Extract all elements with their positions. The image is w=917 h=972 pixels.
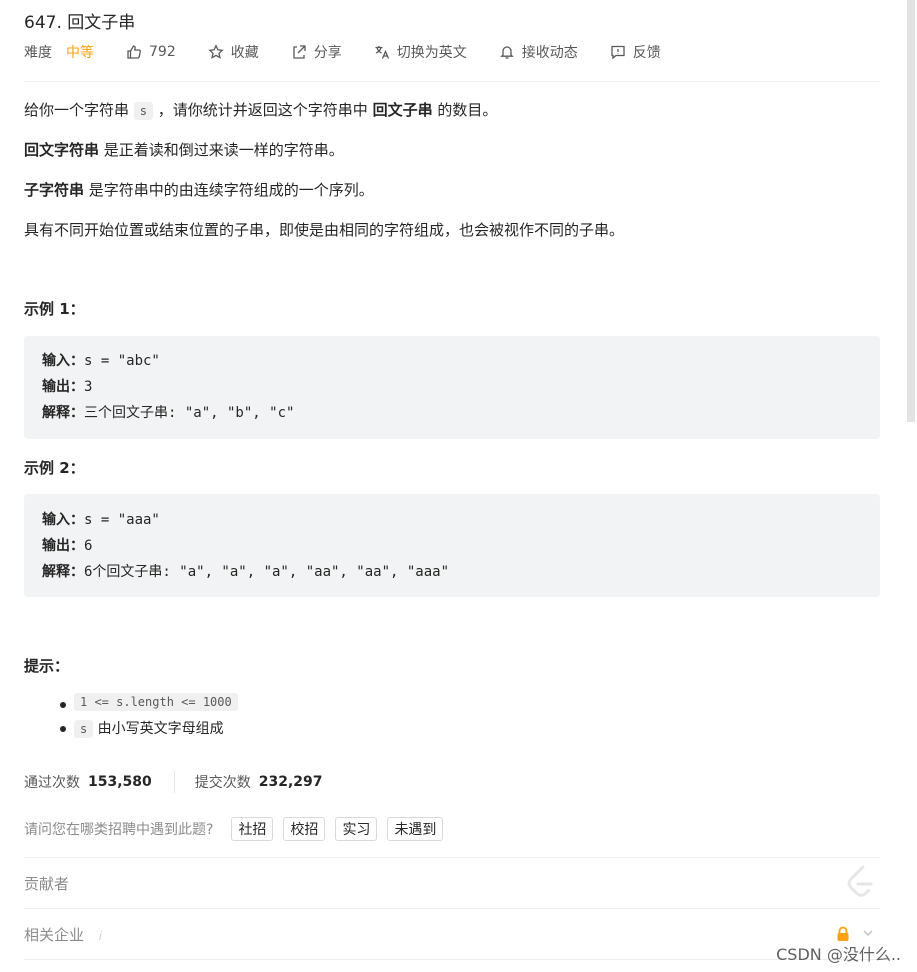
bold-term: 回文子串	[372, 101, 433, 119]
thumbs-up-icon	[127, 45, 141, 59]
favorite-button[interactable]: 收藏	[208, 42, 259, 62]
explanation-value: 三个回文子串: "a", "b", "c"	[84, 405, 295, 421]
share-icon	[293, 45, 306, 59]
constraint-item: s 由小写英文字母组成	[74, 718, 224, 738]
submitted-label: 提交次数	[194, 775, 251, 791]
bullet-icon	[60, 726, 66, 732]
explanation-label: 解释：	[42, 405, 84, 421]
example-output: 输出：6	[42, 535, 92, 555]
output-value: 3	[84, 379, 93, 395]
constraint-item: 1 <= s.length <= 1000	[74, 693, 238, 711]
share-label: 分享	[313, 45, 342, 61]
translate-button[interactable]: 切换为英文	[374, 42, 467, 62]
output-label: 输出：	[42, 379, 84, 395]
section-divider	[24, 959, 880, 960]
option-social-recruit[interactable]: 社招	[231, 817, 274, 841]
input-label: 输入：	[42, 353, 84, 369]
bullet-icon	[60, 702, 66, 708]
info-icon: i	[98, 929, 103, 943]
input-value: s = "aaa"	[84, 512, 160, 528]
feedback-icon	[611, 45, 625, 60]
scrollbar[interactable]	[907, 0, 915, 422]
description-text: 给你一个字符串	[24, 101, 134, 119]
feedback-button[interactable]: 反馈	[610, 42, 661, 62]
example-explanation: 解释：三个回文子串: "a", "b", "c"	[42, 402, 294, 422]
example-block: 输入：s = "aaa" 输出：6 解释：6个回文子串: "a", "a", "…	[24, 494, 880, 597]
option-not-encountered[interactable]: 未遇到	[387, 817, 444, 841]
inline-code: s	[74, 720, 94, 738]
option-campus-recruit[interactable]: 校招	[283, 817, 326, 841]
translate-label: 切换为英文	[396, 45, 467, 61]
bold-term: 回文字符串	[24, 141, 100, 159]
option-internship[interactable]: 实习	[335, 817, 378, 841]
star-icon	[208, 44, 224, 59]
description-text: 是正着读和倒过来读一样的字符串。	[99, 141, 344, 159]
translate-icon	[375, 46, 389, 59]
difficulty-label: 难度	[24, 45, 52, 61]
companies-toggle[interactable]: 相关企业 i	[24, 924, 102, 945]
description-note: 具有不同开始位置或结束位置的子串，即使是由相同的字符组成，也会被视作不同的子串。	[24, 221, 625, 239]
description-paragraph: 给你一个字符串 s ，请你统计并返回这个字符串中 回文子串 的数目。	[24, 99, 497, 122]
csdn-watermark: CSDN @没什么..	[776, 945, 901, 964]
bell-icon	[499, 46, 514, 59]
example-block: 输入：s = "abc" 输出：3 解释：三个回文子串: "a", "b", "…	[24, 336, 880, 439]
inline-code: s	[133, 102, 154, 120]
accepted-count: 153,580	[88, 774, 152, 790]
constraint-text: 由小写英文字母组成	[93, 721, 224, 737]
input-label: 输入：	[42, 512, 84, 528]
description-text: 是字符串中的由连续字符组成的一个序列。	[84, 181, 374, 199]
like-count: 792	[149, 44, 176, 60]
example-title: 示例 2：	[24, 459, 85, 477]
input-value: s = "abc"	[84, 353, 160, 369]
submitted-count: 232,297	[258, 774, 323, 790]
example-title: 示例 1：	[24, 300, 85, 318]
stats-divider	[173, 771, 175, 793]
notify-button[interactable]: 接收动态	[499, 42, 578, 62]
description-text: ，请你统计并返回这个字符串中	[153, 101, 373, 119]
example-input: 输入：s = "abc"	[42, 350, 160, 370]
notify-label: 接收动态	[521, 45, 578, 61]
problem-toolbar: 难度 中等 792 收藏 分享 切换为英文 接收动态 反馈	[24, 42, 693, 62]
feedback-label: 反馈	[632, 45, 661, 61]
output-value: 6	[84, 538, 93, 554]
definition-substring: 子字符串 是字符串中的由连续字符组成的一个序列。	[24, 179, 374, 201]
accepted-label: 通过次数	[24, 775, 80, 791]
interview-survey: 请问您在哪类招聘中遇到此题? 社招 校招 实习 未遇到	[24, 816, 444, 842]
header-divider	[24, 81, 880, 82]
contributors-toggle[interactable]: 贡献者	[24, 873, 69, 894]
survey-question: 请问您在哪类招聘中遇到此题?	[24, 822, 214, 838]
example-explanation: 解释：6个回文子串: "a", "a", "a", "aa", "aa", "a…	[42, 561, 449, 581]
favorite-label: 收藏	[230, 45, 259, 61]
explanation-label: 解释：	[42, 564, 84, 580]
difficulty-badge: 中等	[66, 45, 94, 61]
chevron-down-icon[interactable]	[862, 928, 874, 938]
example-output: 输出：3	[42, 376, 92, 396]
inline-code: 1 <= s.length <= 1000	[74, 693, 238, 711]
problem-title: 647. 回文子串	[24, 13, 136, 33]
output-label: 输出：	[42, 538, 84, 554]
lock-icon	[837, 926, 849, 941]
constraints-title: 提示：	[24, 657, 70, 675]
explanation-value: 6个回文子串: "a", "a", "a", "aa", "aa", "aaa"	[84, 564, 450, 580]
like-button[interactable]: 792	[126, 44, 176, 60]
definition-palindrome: 回文字符串 是正着读和倒过来读一样的字符串。	[24, 139, 344, 161]
bold-term: 子字符串	[24, 181, 85, 199]
submission-stats: 通过次数 153,580 提交次数 232,297	[24, 771, 323, 793]
section-divider	[24, 908, 880, 909]
companies-label: 相关企业	[24, 926, 85, 944]
section-divider	[24, 857, 880, 858]
leetcode-logo-icon	[847, 865, 873, 897]
share-button[interactable]: 分享	[291, 42, 342, 62]
example-input: 输入：s = "aaa"	[42, 509, 160, 529]
description-text: 的数目。	[432, 101, 498, 119]
